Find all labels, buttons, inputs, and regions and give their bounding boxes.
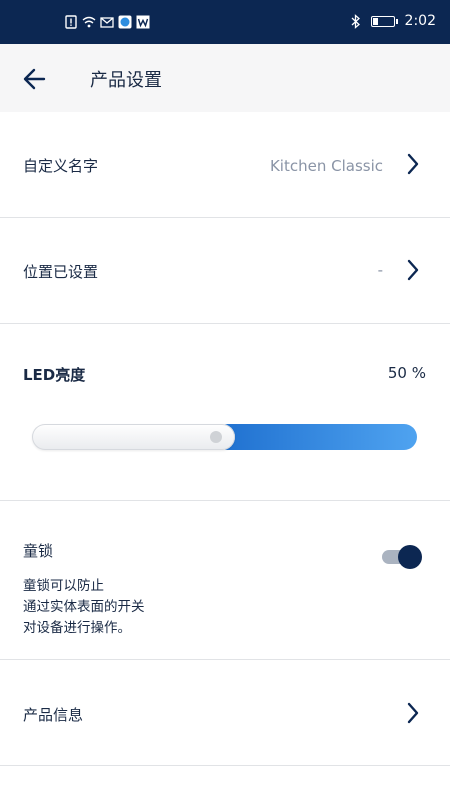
led-brightness-label: LED亮度 <box>23 366 86 384</box>
slider-track-empty <box>32 424 235 450</box>
header: 产品设置 <box>0 44 450 112</box>
child-lock-description-line: 通过实体表面的开关 <box>23 599 145 615</box>
battery-icon <box>370 15 398 27</box>
location-value: - <box>377 261 383 279</box>
status-bar: 2:02 <box>0 0 450 44</box>
mail-icon <box>100 17 114 28</box>
app-w-icon <box>136 15 150 29</box>
browser-icon <box>118 15 132 29</box>
slider-thumb[interactable] <box>210 431 222 443</box>
child-lock-description-line: 对设备进行操作。 <box>23 620 131 636</box>
page-title: 产品设置 <box>90 70 162 91</box>
location-label: 位置已设置 <box>23 263 99 281</box>
chevron-right-icon <box>407 259 419 281</box>
slider-track-filled <box>215 424 417 450</box>
notification-icon <box>65 15 77 29</box>
arrow-left-icon[interactable] <box>22 66 48 92</box>
child-lock-description: 童锁可以防止 通过实体表面的开关 对设备进行操作。 <box>23 576 145 639</box>
toggle-knob <box>398 545 422 569</box>
child-lock-toggle[interactable] <box>382 545 424 569</box>
chevron-right-icon <box>407 702 419 724</box>
led-brightness-slider[interactable] <box>32 424 417 450</box>
chevron-right-icon <box>407 153 419 175</box>
status-icons-right: 2:02 <box>351 13 436 29</box>
child-lock-label: 童锁 <box>23 542 54 560</box>
wifi-icon <box>82 16 96 28</box>
product-info-row[interactable]: 产品信息 <box>0 660 450 766</box>
status-icons-left <box>64 15 150 29</box>
custom-name-value: Kitchen Classic <box>269 157 383 175</box>
child-lock-description-line: 童锁可以防止 <box>23 578 104 594</box>
status-time: 2:02 <box>404 13 436 29</box>
product-info-label: 产品信息 <box>23 706 84 724</box>
custom-name-row[interactable]: 自定义名字 Kitchen Classic <box>0 112 450 218</box>
location-row[interactable]: 位置已设置 - <box>0 218 450 324</box>
custom-name-label: 自定义名字 <box>23 157 99 175</box>
led-brightness-row <box>0 324 450 501</box>
bluetooth-icon <box>351 13 360 29</box>
led-brightness-value: 50 % <box>387 364 426 382</box>
